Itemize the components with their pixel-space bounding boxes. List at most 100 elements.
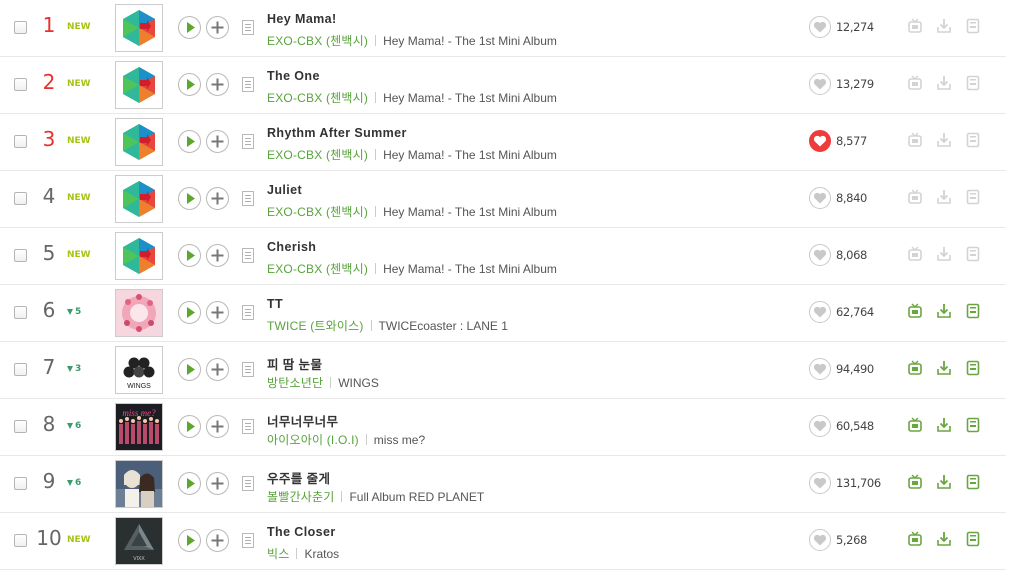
album-link[interactable]: Hey Mama! - The 1st Mini Album bbox=[383, 262, 557, 276]
add-to-playlist-button[interactable] bbox=[206, 301, 229, 324]
song-info-button[interactable] bbox=[242, 362, 254, 377]
like-button[interactable] bbox=[809, 244, 831, 266]
select-checkbox[interactable] bbox=[14, 21, 27, 34]
like-button[interactable] bbox=[809, 301, 831, 323]
music-video-icon[interactable] bbox=[908, 18, 922, 34]
ringtone-icon[interactable] bbox=[966, 75, 980, 91]
select-checkbox[interactable] bbox=[14, 477, 27, 490]
album-link[interactable]: TWICEcoaster : LANE 1 bbox=[379, 319, 508, 333]
play-button[interactable] bbox=[178, 187, 201, 210]
like-button[interactable] bbox=[809, 187, 831, 209]
artist-link[interactable]: EXO-CBX (첸백시) bbox=[267, 34, 368, 48]
album-cover[interactable]: miss me? bbox=[115, 403, 163, 451]
music-video-icon[interactable] bbox=[908, 75, 922, 91]
select-checkbox[interactable] bbox=[14, 420, 27, 433]
song-title[interactable]: TT bbox=[267, 297, 283, 311]
add-to-playlist-button[interactable] bbox=[206, 16, 229, 39]
music-video-icon[interactable] bbox=[908, 474, 922, 490]
artist-link[interactable]: 아이오아이 (I.O.I) bbox=[267, 433, 359, 447]
song-info-button[interactable] bbox=[242, 20, 254, 35]
ringtone-icon[interactable] bbox=[966, 303, 980, 319]
like-button[interactable] bbox=[809, 529, 831, 551]
song-info-button[interactable] bbox=[242, 134, 254, 149]
album-cover[interactable] bbox=[115, 460, 163, 508]
select-checkbox[interactable] bbox=[14, 363, 27, 376]
artist-link[interactable]: EXO-CBX (첸백시) bbox=[267, 262, 368, 276]
album-link[interactable]: miss me? bbox=[374, 433, 425, 447]
add-to-playlist-button[interactable] bbox=[206, 415, 229, 438]
artist-link[interactable]: EXO-CBX (첸백시) bbox=[267, 91, 368, 105]
download-icon[interactable] bbox=[937, 189, 951, 205]
play-button[interactable] bbox=[178, 358, 201, 381]
song-title[interactable]: The Closer bbox=[267, 525, 336, 539]
music-video-icon[interactable] bbox=[908, 303, 922, 319]
like-button[interactable] bbox=[809, 358, 831, 380]
add-to-playlist-button[interactable] bbox=[206, 358, 229, 381]
album-cover[interactable] bbox=[115, 118, 163, 166]
add-to-playlist-button[interactable] bbox=[206, 472, 229, 495]
add-to-playlist-button[interactable] bbox=[206, 130, 229, 153]
download-icon[interactable] bbox=[937, 531, 951, 547]
like-button[interactable] bbox=[809, 130, 831, 152]
music-video-icon[interactable] bbox=[908, 531, 922, 547]
add-to-playlist-button[interactable] bbox=[206, 73, 229, 96]
music-video-icon[interactable] bbox=[908, 246, 922, 262]
artist-link[interactable]: 볼빨간사춘기 bbox=[267, 490, 334, 504]
song-info-button[interactable] bbox=[242, 533, 254, 548]
add-to-playlist-button[interactable] bbox=[206, 244, 229, 267]
select-checkbox[interactable] bbox=[14, 534, 27, 547]
ringtone-icon[interactable] bbox=[966, 246, 980, 262]
select-checkbox[interactable] bbox=[14, 135, 27, 148]
ringtone-icon[interactable] bbox=[966, 474, 980, 490]
ringtone-icon[interactable] bbox=[966, 189, 980, 205]
song-info-button[interactable] bbox=[242, 476, 254, 491]
album-link[interactable]: Full Album RED PLANET bbox=[349, 490, 484, 504]
download-icon[interactable] bbox=[937, 75, 951, 91]
music-video-icon[interactable] bbox=[908, 189, 922, 205]
add-to-playlist-button[interactable] bbox=[206, 187, 229, 210]
artist-link[interactable]: 빅스 bbox=[267, 547, 289, 561]
song-title[interactable]: 우주를 줄게 bbox=[267, 468, 330, 487]
album-cover[interactable]: WINGS bbox=[115, 346, 163, 394]
play-button[interactable] bbox=[178, 16, 201, 39]
artist-link[interactable]: 방탄소년단 bbox=[267, 376, 323, 390]
song-title[interactable]: Rhythm After Summer bbox=[267, 126, 407, 140]
like-button[interactable] bbox=[809, 16, 831, 38]
song-title[interactable]: Juliet bbox=[267, 183, 302, 197]
album-link[interactable]: Hey Mama! - The 1st Mini Album bbox=[383, 148, 557, 162]
artist-link[interactable]: EXO-CBX (첸백시) bbox=[267, 205, 368, 219]
song-info-button[interactable] bbox=[242, 419, 254, 434]
download-icon[interactable] bbox=[937, 246, 951, 262]
album-link[interactable]: Hey Mama! - The 1st Mini Album bbox=[383, 34, 557, 48]
album-cover[interactable]: VIXX bbox=[115, 517, 163, 565]
song-title[interactable]: 너무너무너무 bbox=[267, 411, 338, 430]
album-link[interactable]: WINGS bbox=[338, 376, 379, 390]
song-info-button[interactable] bbox=[242, 248, 254, 263]
song-title[interactable]: Cherish bbox=[267, 240, 316, 254]
download-icon[interactable] bbox=[937, 303, 951, 319]
select-checkbox[interactable] bbox=[14, 192, 27, 205]
album-cover[interactable] bbox=[115, 175, 163, 223]
artist-link[interactable]: TWICE (트와이스) bbox=[267, 319, 364, 333]
artist-link[interactable]: EXO-CBX (첸백시) bbox=[267, 148, 368, 162]
ringtone-icon[interactable] bbox=[966, 417, 980, 433]
select-checkbox[interactable] bbox=[14, 78, 27, 91]
download-icon[interactable] bbox=[937, 474, 951, 490]
like-button[interactable] bbox=[809, 472, 831, 494]
album-link[interactable]: Kratos bbox=[304, 547, 339, 561]
album-link[interactable]: Hey Mama! - The 1st Mini Album bbox=[383, 205, 557, 219]
ringtone-icon[interactable] bbox=[966, 18, 980, 34]
song-title[interactable]: Hey Mama! bbox=[267, 12, 337, 26]
ringtone-icon[interactable] bbox=[966, 132, 980, 148]
ringtone-icon[interactable] bbox=[966, 360, 980, 376]
add-to-playlist-button[interactable] bbox=[206, 529, 229, 552]
music-video-icon[interactable] bbox=[908, 132, 922, 148]
song-info-button[interactable] bbox=[242, 305, 254, 320]
download-icon[interactable] bbox=[937, 132, 951, 148]
play-button[interactable] bbox=[178, 472, 201, 495]
song-title[interactable]: The One bbox=[267, 69, 320, 83]
play-button[interactable] bbox=[178, 73, 201, 96]
album-cover[interactable] bbox=[115, 4, 163, 52]
play-button[interactable] bbox=[178, 130, 201, 153]
song-title[interactable]: 피 땀 눈물 bbox=[267, 354, 322, 373]
